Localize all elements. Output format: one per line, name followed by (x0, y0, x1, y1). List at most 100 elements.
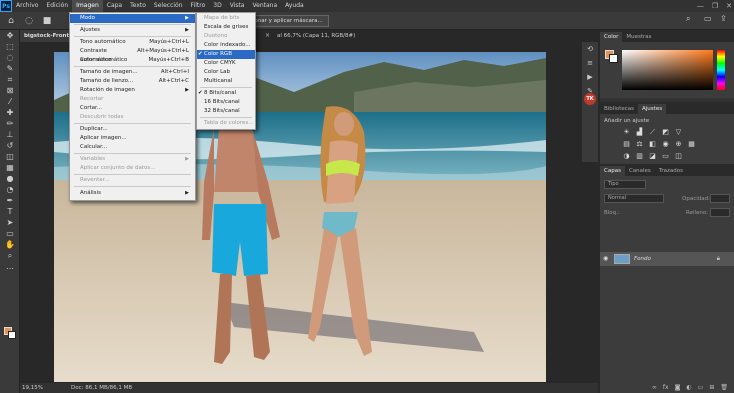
mode-item-color-rgb[interactable]: ✔ Color RGB (197, 50, 255, 59)
selective-color-icon[interactable]: ◫ (674, 152, 683, 161)
curves-icon[interactable]: ⟋ (648, 128, 657, 137)
panel-background-swatch[interactable] (609, 54, 618, 63)
menu-item-tono-automatico[interactable]: Tono automático Mayús+Ctrl+L (70, 38, 195, 47)
mode-item-duotono[interactable]: Duotono (197, 32, 255, 41)
dodge-tool-icon[interactable]: ◔ (0, 184, 20, 195)
levels-icon[interactable]: ▟ (635, 128, 644, 137)
hand-tool-icon[interactable]: ✋ (0, 239, 20, 250)
mode-item-color-indexado[interactable]: Color indexado... (197, 41, 255, 50)
menu-item-color-automatico[interactable]: Color automático Mayús+Ctrl+B (70, 56, 195, 65)
menu-item-reventar[interactable]: Reventar... (70, 176, 195, 185)
menu-item-contraste-automatico[interactable]: Contraste automático Alt+Mayús+Ctrl+L (70, 47, 195, 63)
menu-3d[interactable]: 3D (209, 0, 225, 12)
channel-mixer-icon[interactable]: ⊕ (674, 140, 683, 149)
workspace-icon[interactable]: ▭ (704, 14, 712, 23)
menu-item-cortar[interactable]: Cortar... (70, 104, 195, 113)
opacity-input[interactable] (710, 194, 730, 203)
exposure-icon[interactable]: ◩ (661, 128, 670, 137)
pen-tool-icon[interactable]: ✒ (0, 195, 20, 206)
shape-tool-icon[interactable]: ▭ (0, 228, 20, 239)
menu-item-variables[interactable]: Variables ▶ (70, 155, 195, 164)
hue-slider[interactable] (717, 50, 725, 90)
blend-mode-select[interactable]: Normal (604, 194, 664, 203)
background-color-swatch[interactable] (8, 331, 16, 339)
mode-item-escala-grises[interactable]: Escala de grises (197, 23, 255, 32)
tab-channels[interactable]: Canales (625, 166, 655, 176)
menu-item-aplicar-imagen[interactable]: Aplicar imagen... (70, 134, 195, 143)
menu-item-modo[interactable]: Modo ▶ (70, 14, 195, 23)
blur-tool-icon[interactable]: ● (0, 173, 20, 184)
search-icon[interactable]: ⌕ (686, 14, 690, 24)
new-selection-icon[interactable]: ■ (40, 14, 54, 28)
restore-icon[interactable]: ❐ (712, 2, 718, 10)
menu-item-calcular[interactable]: Calcular... (70, 143, 195, 152)
color-balance-icon[interactable]: ⚖ (635, 140, 644, 149)
minimize-icon[interactable]: — (697, 2, 704, 10)
menu-item-descubrir-todas[interactable]: Descubrir todas (70, 113, 195, 122)
gradient-map-icon[interactable]: ▭ (661, 152, 670, 161)
threshold-icon[interactable]: ◪ (648, 152, 657, 161)
marquee-tool-icon[interactable]: ⬚ (0, 41, 20, 52)
move-tool-icon[interactable]: ✥ (0, 30, 20, 41)
close-tab-icon[interactable]: × (265, 32, 270, 39)
new-layer-icon[interactable]: ⊞ (709, 384, 714, 391)
menu-item-tamano-lienzo[interactable]: Tamaño de lienzo... Alt+Ctrl+C (70, 77, 195, 86)
frame-tool-icon[interactable]: ⊠ (0, 85, 20, 96)
lasso-tool-icon[interactable]: ◌ (22, 14, 36, 28)
menu-filtro[interactable]: Filtro (187, 0, 210, 12)
more-tools-icon[interactable]: … (0, 261, 20, 272)
eyedropper-icon[interactable]: ⁄ (0, 96, 20, 107)
play-actions-icon[interactable]: ▶ (582, 70, 598, 84)
path-select-icon[interactable]: ➤ (0, 217, 20, 228)
share-icon[interactable]: ⇪ (720, 14, 727, 23)
black-white-icon[interactable]: ◧ (648, 140, 657, 149)
clone-stamp-icon[interactable]: ⊥ (0, 129, 20, 140)
brightness-icon[interactable]: ☀ (622, 128, 631, 137)
layer-row[interactable]: ◉ Fondo 🔒︎ (600, 252, 734, 266)
layer-kind-filter[interactable]: Tipo (604, 180, 646, 189)
delete-layer-icon[interactable]: 🗑︎ (720, 384, 728, 391)
menu-archivo[interactable]: Archivo (12, 0, 42, 12)
mode-item-color-cmyk[interactable]: Color CMYK (197, 59, 255, 68)
new-adjustment-icon[interactable]: ◐ (686, 384, 691, 391)
menu-edicion[interactable]: Edición (42, 0, 72, 12)
add-mask-icon[interactable]: ◙ (675, 384, 681, 391)
type-tool-icon[interactable]: T (0, 206, 20, 217)
menu-capa[interactable]: Capa (103, 0, 126, 12)
zoom-tool-icon[interactable]: ⌕ (0, 250, 20, 261)
zoom-level[interactable]: 19,15% (22, 385, 43, 391)
menu-item-aplicar-conjunto[interactable]: Aplicar conjunto de datos... (70, 164, 195, 173)
menu-vista[interactable]: Vista (226, 0, 249, 12)
fill-input[interactable] (710, 208, 730, 217)
color-picker-field[interactable] (622, 50, 713, 90)
properties-icon[interactable]: ≡ (582, 56, 598, 70)
menu-texto[interactable]: Texto (126, 0, 150, 12)
hue-saturation-icon[interactable]: ▤ (622, 140, 631, 149)
tab-swatches[interactable]: Muestras (622, 32, 655, 42)
mode-item-color-lab[interactable]: Color Lab (197, 68, 255, 77)
invert-icon[interactable]: ◑ (622, 152, 631, 161)
menu-item-analisis[interactable]: Análisis ▶ (70, 189, 195, 198)
layer-name[interactable]: Fondo (634, 256, 651, 262)
tk-plugin-icon[interactable]: TK (584, 93, 596, 105)
tab-adjustments[interactable]: Ajustes (638, 104, 667, 114)
menu-ventana[interactable]: Ventana (248, 0, 281, 12)
healing-brush-icon[interactable]: ✚ (0, 107, 20, 118)
mode-item-8-bits[interactable]: ✔ 8 Bits/canal (197, 89, 255, 98)
new-group-icon[interactable]: ▭ (698, 384, 704, 391)
menu-item-recortar[interactable]: Recortar (70, 95, 195, 104)
history-icon[interactable]: ⟲ (582, 42, 598, 56)
menu-item-tamano-imagen[interactable]: Tamaño de imagen... Alt+Ctrl+I (70, 68, 195, 77)
menu-seleccion[interactable]: Selección (150, 0, 187, 12)
menu-item-ajustes[interactable]: Ajustes ▶ (70, 26, 195, 35)
mode-item-32-bits[interactable]: 32 Bits/canal (197, 107, 255, 116)
tab-color[interactable]: Color (600, 32, 623, 42)
menu-ayuda[interactable]: Ayuda (281, 0, 308, 12)
mode-item-mapa-bits[interactable]: Mapa de bits (197, 14, 255, 23)
mode-item-multicanal[interactable]: Multicanal (197, 77, 255, 86)
layer-style-icon[interactable]: fx (663, 384, 669, 391)
crop-tool-icon[interactable]: ⌗ (0, 74, 20, 85)
mode-item-16-bits[interactable]: 16 Bits/canal (197, 98, 255, 107)
history-brush-icon[interactable]: ↺ (0, 140, 20, 151)
tab-libraries[interactable]: Bibliotecas (600, 104, 638, 114)
